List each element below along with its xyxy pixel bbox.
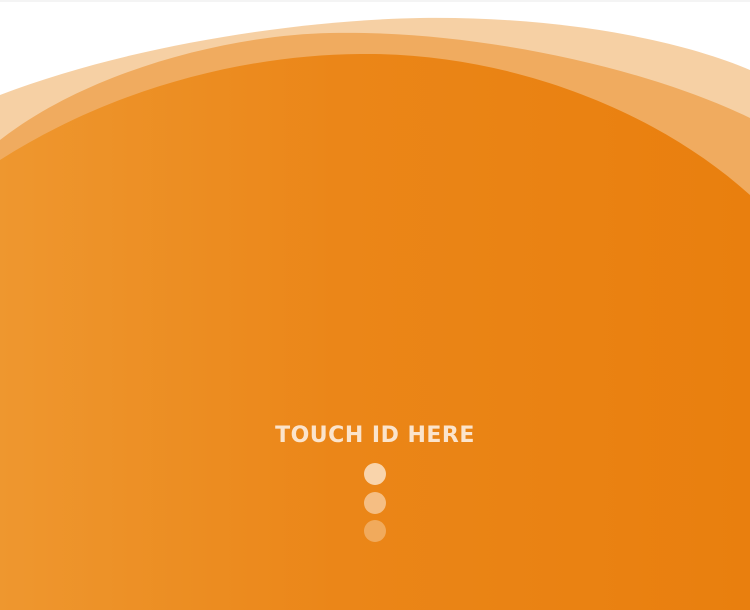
touch-id-prompt: TOUCH ID HERE <box>275 423 475 448</box>
indicator-dot <box>364 463 386 485</box>
touch-id-screen: TOUCH ID HERE <box>0 0 750 610</box>
scan-indicator <box>364 461 388 545</box>
indicator-dot <box>364 520 386 542</box>
indicator-dot <box>364 492 386 514</box>
